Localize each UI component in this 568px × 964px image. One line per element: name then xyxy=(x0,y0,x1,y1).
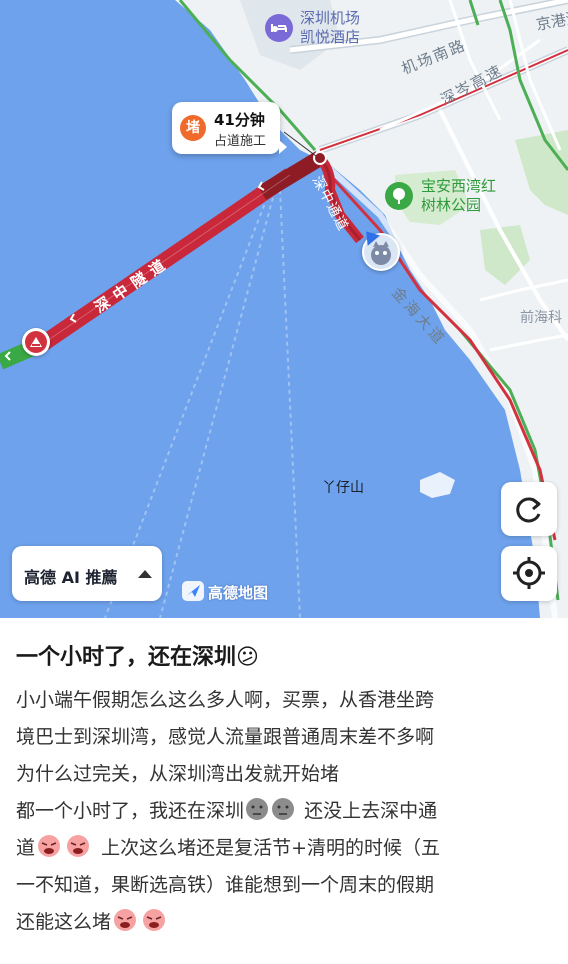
stone-face-emoji-icon xyxy=(246,798,295,820)
post-line-text: 道 xyxy=(16,837,36,859)
post: 一个小时了，还在深圳😕 小小端午假期怎么这么多人啊，买票，从香港坐跨 境巴士到深… xyxy=(0,618,568,964)
hotel-icon xyxy=(265,14,293,42)
post-line: 都一个小时了，我还在深圳 还没上去深中通 xyxy=(16,793,556,830)
post-line-text: 上次这么堵还是复活节+清明的时候（五 xyxy=(101,837,440,859)
post-line: 还能这么堵 xyxy=(16,904,556,941)
amap-watermark-text: 高德地图 xyxy=(208,584,269,602)
post-line-text: 都一个小时了，我还在深圳 xyxy=(16,800,245,822)
crying-face-emoji-icon xyxy=(114,909,166,931)
island-label: 丫仔山 xyxy=(322,480,364,496)
park-icon xyxy=(385,182,413,210)
traffic-bubble[interactable]: 堵 41分钟 占道施工 xyxy=(172,102,287,154)
jam-badge: 堵 xyxy=(180,115,206,141)
ai-recommend-button[interactable]: 高德 AI 推薦 xyxy=(12,546,162,601)
caret-up-icon xyxy=(138,570,152,578)
map-base xyxy=(0,0,568,618)
locate-button[interactable] xyxy=(501,546,557,601)
road-label-qianhai: 前海科 xyxy=(520,310,562,326)
amap-logo-icon xyxy=(182,581,204,601)
ai-recommend-label: 高德 AI 推薦 xyxy=(24,568,118,587)
post-body: 小小端午假期怎么这么多人啊，买票，从香港坐跨 境巴士到深圳湾，感觉人流量跟普通周… xyxy=(16,682,556,941)
poi-airport-hotel[interactable]: 深圳机场 凯悦酒店 xyxy=(300,9,360,47)
post-line: 道 上次这么堵还是复活节+清明的时候（五 xyxy=(16,830,556,867)
post-line: 一不知道，果断选高铁）谁能想到一个周末的假期 xyxy=(16,874,435,896)
post-line: 为什么过完关，从深圳湾出发就开始堵 xyxy=(16,763,340,785)
post-line: 小小端午假期怎么这么多人啊，买票，从香港坐跨 xyxy=(16,689,435,711)
post-line-text: 还能这么堵 xyxy=(16,911,112,933)
bubble-reason: 占道施工 xyxy=(214,134,267,149)
bubble-duration: 41分钟 xyxy=(214,111,265,129)
refresh-button[interactable] xyxy=(501,482,557,536)
post-line: 境巴士到深圳湾，感觉人流量跟普通周末差不多啊 xyxy=(16,726,435,748)
post-title: 一个小时了，还在深圳😕 xyxy=(16,645,259,670)
construction-icon[interactable] xyxy=(22,328,50,356)
crying-face-emoji-icon xyxy=(38,835,90,857)
poi-park[interactable]: 宝安西湾红 树林公园 xyxy=(421,177,496,215)
locate-icon xyxy=(513,557,545,589)
amap-watermark: 高德地图 xyxy=(181,580,268,602)
map-view[interactable]: 深圳机场 凯悦酒店 京港澳 机场南路 深岑高速 宝安西湾红 树林公园 前海科 金… xyxy=(0,0,568,618)
post-line-text: 还没上去深中通 xyxy=(304,800,438,822)
refresh-icon xyxy=(516,497,541,523)
